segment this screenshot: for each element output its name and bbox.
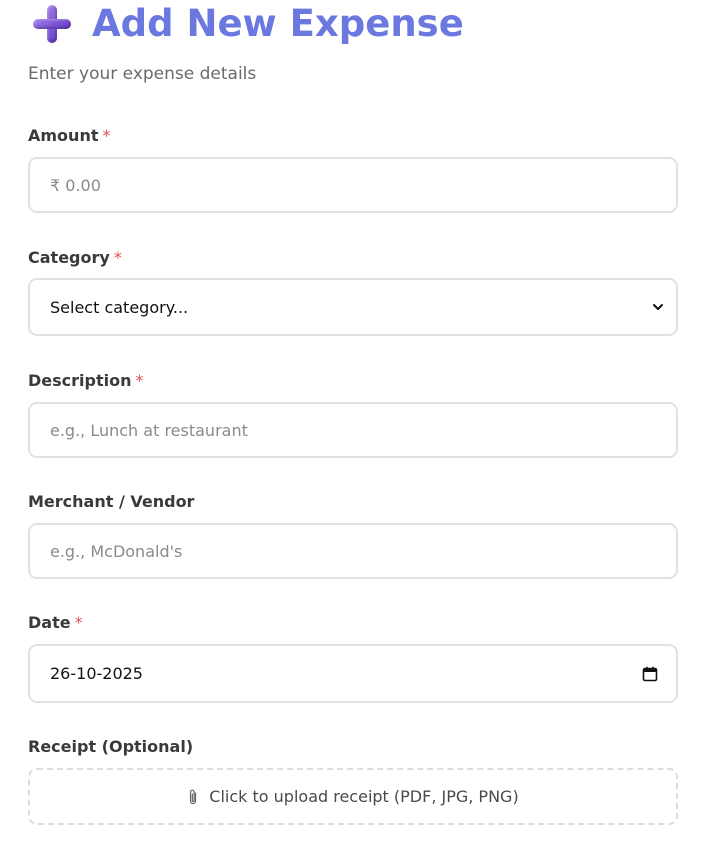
receipt-upload-text: Click to upload receipt (PDF, JPG, PNG) [209, 787, 519, 806]
page-subtitle: Enter your expense details [28, 64, 257, 84]
page-header: Add New Expense [30, 0, 464, 48]
receipt-label: Receipt (Optional) [28, 737, 193, 756]
amount-placeholder: ₹ 0.00 [50, 175, 101, 195]
receipt-upload-dropzone[interactable]: Click to upload receipt (PDF, JPG, PNG) [28, 768, 678, 825]
plus-icon [30, 2, 74, 46]
amount-label: Amount * [28, 126, 110, 145]
merchant-placeholder: e.g., McDonald's [50, 541, 183, 561]
description-placeholder: e.g., Lunch at restaurant [50, 420, 248, 440]
paperclip-icon [190, 789, 197, 804]
category-label-text: Category [28, 248, 110, 267]
description-label: Description * [28, 371, 143, 390]
description-label-text: Description [28, 371, 132, 390]
date-label: Date * [28, 613, 83, 632]
date-value: 26-10-2025 [50, 664, 143, 683]
merchant-input[interactable]: e.g., McDonald's [28, 523, 678, 579]
amount-input[interactable]: ₹ 0.00 [28, 157, 678, 213]
category-select[interactable]: Select category... [28, 278, 678, 336]
date-label-text: Date [28, 613, 71, 632]
receipt-label-text: Receipt (Optional) [28, 737, 194, 756]
required-marker: * [74, 613, 83, 632]
add-expense-page: Add New Expense Enter your expense detai… [0, 0, 723, 854]
merchant-label-text: Merchant / Vendor [28, 492, 195, 511]
category-selected-value: Select category... [50, 297, 189, 317]
category-label: Category * [28, 248, 122, 267]
required-marker: * [113, 248, 122, 267]
description-input[interactable]: e.g., Lunch at restaurant [28, 402, 678, 458]
page-title: Add New Expense [92, 2, 464, 45]
calendar-icon[interactable] [642, 666, 658, 682]
date-input[interactable]: 26-10-2025 [28, 644, 678, 703]
required-marker: * [135, 371, 144, 390]
amount-label-text: Amount [28, 126, 99, 145]
chevron-down-icon [653, 304, 663, 310]
required-marker: * [102, 126, 111, 145]
merchant-label: Merchant / Vendor [28, 492, 194, 511]
